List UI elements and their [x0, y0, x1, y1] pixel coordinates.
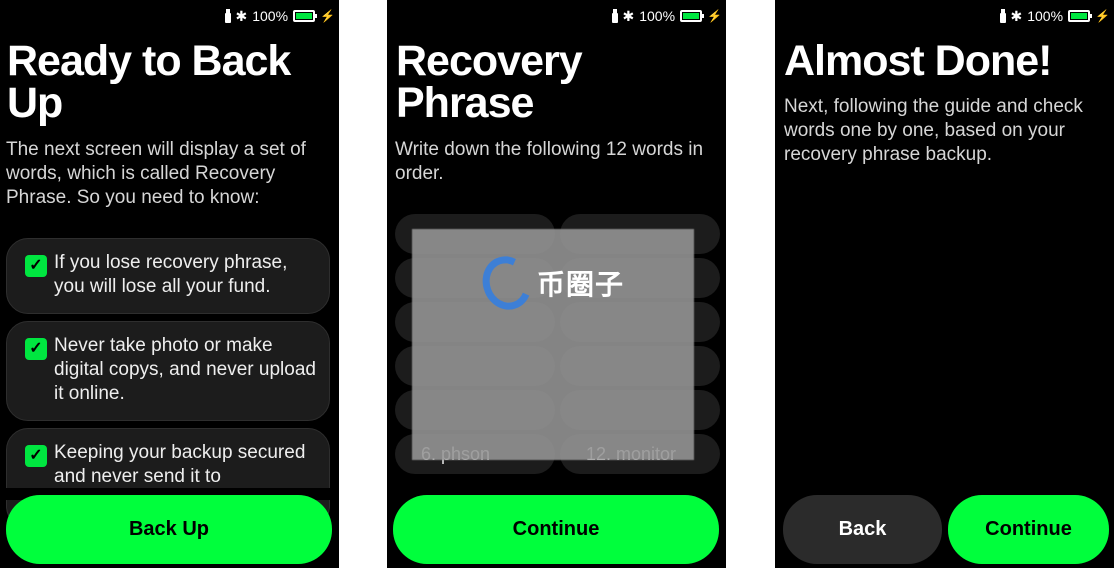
usb-icon	[224, 9, 231, 23]
page-subtitle: Write down the following 12 words in ord…	[395, 139, 704, 184]
screen-recovery-phrase: ✱ 100% ⚡ Recovery Phrase Write down the …	[387, 0, 726, 568]
bluetooth-icon: ✱	[235, 8, 248, 24]
watermark-logo-icon	[475, 249, 539, 317]
screen-ready-to-backup: ✱ 100% ⚡ Ready to Back Up The next scree…	[0, 0, 339, 568]
page-subtitle: Next, following the guide and check word…	[784, 96, 1083, 165]
charging-icon: ⚡	[1095, 9, 1110, 23]
page-subtitle: The next screen will display a set of wo…	[6, 139, 306, 208]
usb-icon	[999, 9, 1006, 23]
watermark-text: 币圈子	[537, 269, 625, 300]
continue-button[interactable]: Continue	[948, 495, 1109, 564]
notice-item: ✓ Never take photo or make digital copys…	[6, 321, 330, 421]
notice-text: Never take photo or make digital copys, …	[54, 335, 316, 404]
battery-icon	[293, 10, 318, 22]
battery-percent: 100%	[252, 8, 289, 24]
battery-icon	[680, 10, 705, 22]
notice-text: If you lose recovery phrase, you will lo…	[54, 252, 288, 297]
page-title: Almost Done!	[784, 37, 1053, 85]
charging-icon: ⚡	[320, 9, 335, 23]
continue-button[interactable]: Continue	[393, 495, 719, 564]
watermark: 币圈子	[475, 249, 625, 317]
status-bar: ✱ 100% ⚡	[224, 6, 335, 26]
battery-icon	[1068, 10, 1093, 22]
charging-icon: ⚡	[707, 9, 722, 23]
usb-icon	[611, 9, 618, 23]
page-title: Recovery Phrase	[396, 37, 583, 127]
status-bar: ✱ 100% ⚡	[611, 6, 722, 26]
page-title: Ready to Back Up	[7, 37, 291, 127]
screen-almost-done: ✱ 100% ⚡ Almost Done! Next, following th…	[775, 0, 1114, 568]
checkbox-checked-icon[interactable]: ✓	[25, 255, 47, 277]
battery-percent: 100%	[639, 8, 676, 24]
back-button[interactable]: Back	[783, 495, 942, 564]
checkbox-checked-icon[interactable]: ✓	[25, 338, 47, 360]
status-bar: ✱ 100% ⚡	[999, 6, 1110, 26]
bluetooth-icon: ✱	[622, 8, 635, 24]
bluetooth-icon: ✱	[1010, 8, 1023, 24]
checkbox-checked-icon[interactable]: ✓	[25, 445, 47, 467]
notice-item: ✓ If you lose recovery phrase, you will …	[6, 238, 330, 314]
battery-percent: 100%	[1027, 8, 1064, 24]
back-up-button[interactable]: Back Up	[6, 495, 332, 564]
notice-text: Keeping your backup secured and never se…	[54, 442, 306, 487]
